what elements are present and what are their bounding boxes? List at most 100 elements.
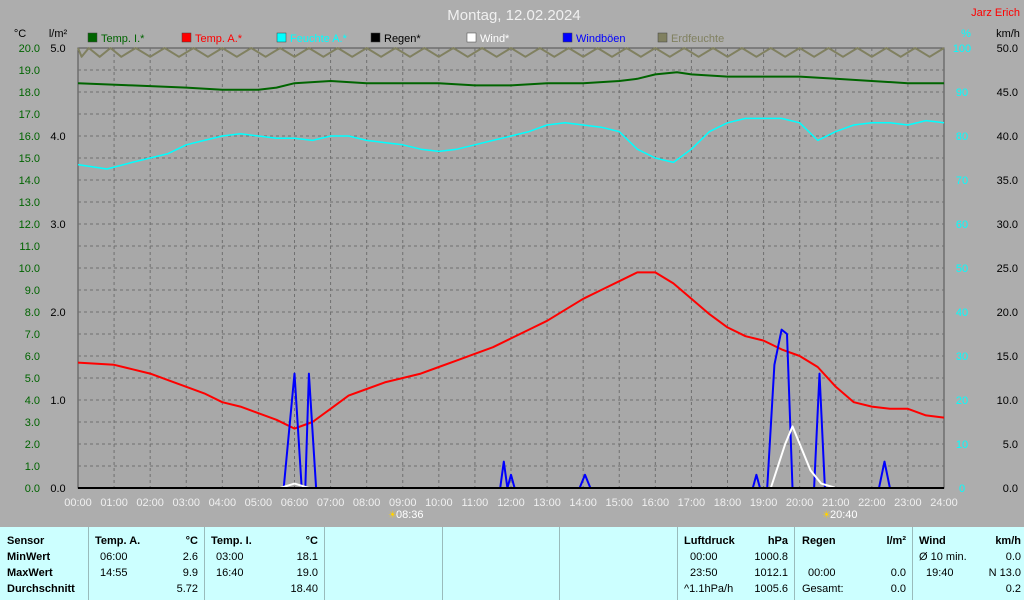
wind-axis-tick: 5.0 [1003, 439, 1018, 451]
legend-label: Wind* [480, 33, 510, 45]
x-axis-tick: 21:00 [822, 497, 850, 509]
x-axis-tick: 10:00 [425, 497, 453, 509]
wind-gust-value: 0.2 [1005, 583, 1021, 595]
temp-i-min-value: 18.1 [296, 551, 318, 563]
temp-axis-tick: 12.0 [19, 219, 40, 231]
temp-unit-label: °C [14, 28, 26, 40]
temp-a-unit: °C [185, 535, 198, 547]
rain-max-value: 0.0 [890, 567, 906, 579]
legend-swatch [276, 32, 287, 43]
x-axis-tick: 03:00 [172, 497, 200, 509]
wind-axis-tick: 30.0 [997, 219, 1018, 231]
humidity-axis-tick: 20 [956, 395, 968, 407]
temp-axis-tick: 6.0 [25, 351, 40, 363]
empty-column [325, 527, 443, 600]
legend-swatch [657, 32, 668, 43]
temp-axis-tick: 8.0 [25, 307, 40, 319]
wind-column: Wind km/h Ø 10 min. 0.0 19:40 N 13.0 0.2 [913, 527, 1024, 600]
temp-axis-tick: 3.0 [25, 417, 40, 429]
temp-a-min-value: 2.6 [182, 551, 198, 563]
x-axis-tick: 04:00 [209, 497, 237, 509]
x-axis-tick: 14:00 [569, 497, 597, 509]
x-axis-tick: 08:00 [353, 497, 381, 509]
sensor-header: Sensor [7, 535, 45, 547]
rain-column: Regen l/m² 00:00 0.0 Gesamt: 0.0 [795, 527, 913, 600]
pressure-header: Luftdruck [684, 535, 735, 547]
legend-swatch [181, 32, 192, 43]
x-axis-tick: 22:00 [858, 497, 886, 509]
legend-swatch [370, 32, 381, 43]
legend-swatch [562, 32, 573, 43]
wind-axis-tick: 20.0 [997, 307, 1018, 319]
rain-axis-tick: 4.0 [50, 131, 65, 143]
temp-i-max-time: 16:40 [216, 567, 244, 579]
legend-label: Feuchte A.* [290, 33, 348, 45]
temp-axis-tick: 15.0 [19, 153, 40, 165]
humidity-axis-tick: 40 [956, 307, 968, 319]
wind-axis-tick: 35.0 [997, 175, 1018, 187]
humidity-axis-tick: 60 [956, 219, 968, 231]
humidity-unit-label: % [961, 28, 971, 40]
sunset-marker: ☀ 20:40 [822, 509, 858, 521]
temp-a-min-time: 06:00 [100, 551, 128, 563]
legend-label: Temp. I.* [101, 33, 145, 45]
pressure-average: 1005.6 [754, 583, 788, 595]
humidity-axis-tick: 10 [956, 439, 968, 451]
legend-label: Erdfeuchte [671, 33, 724, 45]
temp-i-max-value: 19.0 [296, 567, 318, 579]
wind-axis-tick: 0.0 [1003, 483, 1018, 495]
weather-chart: Montag, 12.02.2024 Jarz Erich °C l/m² % … [14, 7, 1020, 521]
temp-axis-tick: 11.0 [19, 241, 40, 253]
temp-axis-tick: 7.0 [25, 329, 40, 341]
wind-max-time: 19:40 [926, 567, 954, 579]
x-axis-tick: 19:00 [750, 497, 778, 509]
row-label-max: MaxWert [7, 567, 53, 579]
sunrise-time: 08:36 [396, 509, 424, 521]
x-axis-tick: 17:00 [678, 497, 706, 509]
pressure-max-value: 1012.1 [754, 567, 788, 579]
sunrise-marker: ☀ 08:36 [388, 509, 424, 521]
x-axis-tick: 16:00 [642, 497, 670, 509]
humidity-axis-tick: 90 [956, 87, 968, 99]
empty-column [443, 527, 560, 600]
x-axis-tick: 02:00 [136, 497, 164, 509]
humidity-axis-tick: 0 [959, 483, 965, 495]
temp-a-max-value: 9.9 [182, 567, 198, 579]
legend-label: Windböen [576, 33, 626, 45]
rain-axis-tick: 1.0 [50, 395, 65, 407]
wind-axis-tick: 50.0 [997, 43, 1018, 55]
temp-a-max-time: 14:55 [100, 567, 128, 579]
temp-axis-tick: 13.0 [19, 197, 40, 209]
temp-i-average: 18.40 [290, 583, 318, 595]
wind-axis-tick: 10.0 [997, 395, 1018, 407]
wind-axis-tick: 25.0 [997, 263, 1018, 275]
legend: Temp. I.* Temp. A.* Feuchte A.* Regen* Wind*… [87, 32, 724, 45]
humidity-axis-tick: 30 [956, 351, 968, 363]
wind-unit-label: km/h [996, 28, 1020, 40]
x-axis-tick: 07:00 [317, 497, 345, 509]
row-label-avg: Durchschnitt [7, 583, 75, 595]
x-axis-tick: 23:00 [894, 497, 922, 509]
temp-axis-tick: 4.0 [25, 395, 40, 407]
x-axis-tick: 18:00 [714, 497, 742, 509]
rain-total-value: 0.0 [890, 583, 906, 595]
x-axis-tick: 20:00 [786, 497, 814, 509]
temp-i-unit: °C [305, 535, 318, 547]
chart-title: Montag, 12.02.2024 [447, 7, 580, 24]
wind-avg-value: 0.0 [1005, 551, 1021, 563]
temp-axis-tick: 9.0 [25, 285, 40, 297]
pressure-min-value: 1000.8 [754, 551, 788, 563]
temp-axis-tick: 0.0 [25, 483, 40, 495]
temp-a-header: Temp. A. [95, 535, 141, 547]
wind-axis-tick: 40.0 [997, 131, 1018, 143]
x-axis-tick: 24:00 [930, 497, 958, 509]
x-axis-tick: 06:00 [281, 497, 309, 509]
x-axis-tick: 09:00 [389, 497, 417, 509]
rain-axis-tick: 3.0 [50, 219, 65, 231]
temp-axis-tick: 18.0 [19, 87, 40, 99]
rain-axis-tick: 0.0 [50, 483, 65, 495]
sunset-time: 20:40 [830, 509, 858, 521]
pressure-unit: hPa [767, 535, 788, 547]
legend-swatch [466, 32, 477, 43]
rain-axis-tick: 2.0 [50, 307, 65, 319]
